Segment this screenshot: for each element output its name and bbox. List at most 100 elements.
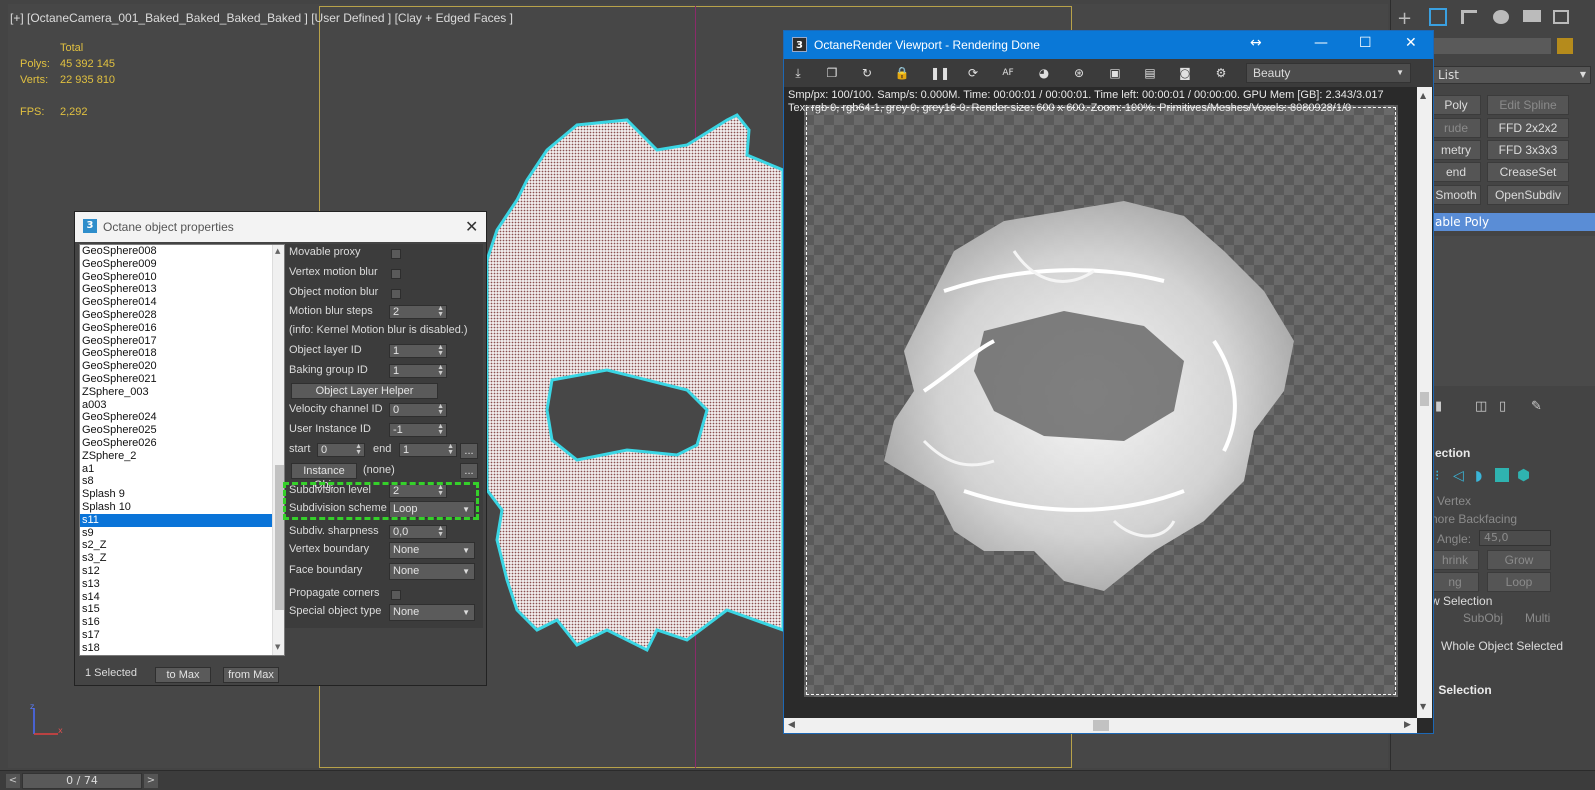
configure-modifier-sets-icon[interactable]: ✎ [1531,399,1542,414]
list-item[interactable]: ZSphere_003 [80,386,284,399]
list-item[interactable]: s17 [80,629,284,642]
to-max-button[interactable]: to Max [155,667,211,683]
maximize-icon[interactable]: ☐ [1359,35,1372,51]
scroll-down-icon[interactable]: ▼ [1420,702,1426,711]
motion-tab-icon[interactable] [1493,10,1509,24]
pause-icon[interactable]: ❚❚ [930,65,950,81]
list-item[interactable]: Splash 9 [80,488,284,501]
render-vertical-scrollbar[interactable]: ▲ ▼ [1417,87,1432,718]
object-list[interactable]: GeoSphere008 GeoSphere009 GeoSphere010 GeoS… [79,244,285,656]
display-tab-icon[interactable] [1523,10,1541,22]
list-item[interactable]: GeoSphere028 [80,309,284,322]
instance-obj-button[interactable]: Instance Obj: [291,463,357,491]
list-item[interactable]: s9 [80,527,284,540]
list-item[interactable]: GeoSphere021 [80,373,284,386]
modifier-button-5[interactable]: FFD 3x3x3 [1487,140,1569,160]
modifier-button-7[interactable]: CreaseSet [1487,162,1569,182]
film-icon[interactable]: ▤ [1142,65,1158,81]
resize-icon[interactable]: ↔ [1250,35,1262,51]
vertex-mode-icon[interactable]: ⁝ [1435,468,1439,484]
spinner-arrows-icon[interactable]: ▲ ▼ [437,403,444,416]
refresh-icon[interactable]: ⟳ [965,65,981,81]
list-item[interactable]: s16 [80,616,284,629]
list-item[interactable]: GeoSphere020 [80,360,284,373]
scrollbar-thumb[interactable] [1420,392,1429,406]
hierarchy-tab-icon[interactable] [1461,10,1477,24]
modifier-button-8[interactable]: Smooth [1431,185,1481,205]
modifier-list-dropdown[interactable]: List ▼ [1431,66,1591,84]
by-vertex-label[interactable]: Vertex [1437,494,1471,508]
settings-icon[interactable]: ⚙ [1213,65,1229,81]
list-item[interactable]: Splash 10 [80,501,284,514]
list-item[interactable]: GeoSphere008 [80,245,284,258]
subdiv-sharpness-spinner[interactable]: 0,0 ▲ ▼ [389,525,447,539]
list-item[interactable]: GeoSphere025 [80,424,284,437]
close-icon[interactable]: ✕ [1405,35,1417,51]
special-object-type-dropdown[interactable]: None ▼ [389,604,475,621]
af-icon[interactable]: AF [1000,65,1016,81]
object-motion-blur-checkbox[interactable] [391,289,401,299]
range-more-button[interactable]: ... [460,443,478,459]
edge-mode-icon[interactable]: ◁ [1453,468,1464,484]
end-spinner[interactable]: 1 ▲ ▼ [399,443,457,457]
list-item[interactable]: s11 [80,513,284,527]
scroll-up-icon[interactable]: ▲ [1420,91,1426,100]
list-item[interactable]: s3_Z [80,552,284,565]
list-item[interactable]: s15 [80,603,284,616]
ignore-backfacing-label[interactable]: nore Backfacing [1431,512,1517,526]
modify-tab-icon[interactable] [1429,8,1447,26]
display-icon[interactable]: ▣ [1107,65,1123,81]
modifier-stack-item[interactable]: able Poly [1431,213,1595,231]
list-item[interactable]: GeoSphere010 [80,271,284,284]
scroll-up-icon[interactable]: ▲ [275,247,280,255]
motion-blur-steps-spinner[interactable]: 2 ▲ ▼ [389,305,447,319]
baking-group-id-spinner[interactable]: 1 ▲ ▼ [389,364,447,378]
scrollbar-thumb[interactable] [1093,720,1109,731]
spinner-arrows-icon[interactable]: ▲ ▼ [355,443,362,456]
list-item[interactable]: s14 [80,591,284,604]
dialog-titlebar[interactable]: 3 Octane object properties ✕ [75,212,486,242]
list-item[interactable]: a1 [80,463,284,476]
list-item[interactable]: GeoSphere017 [80,335,284,348]
scroll-down-icon[interactable]: ▼ [275,643,280,651]
object-layer-id-spinner[interactable]: 1 ▲ ▼ [389,344,447,358]
angle-spinner[interactable]: 45,0 [1479,530,1551,546]
spinner-arrows-icon[interactable]: ▲ ▼ [447,443,454,456]
list-item[interactable]: s8 [80,475,284,488]
from-max-button[interactable]: from Max [223,667,279,683]
list-item[interactable]: s18 [80,642,284,655]
render-pass-dropdown[interactable]: Beauty ▼ [1246,63,1411,83]
create-tab-icon[interactable]: + [1397,8,1412,29]
face-boundary-dropdown[interactable]: None ▼ [389,563,475,580]
color-picker-icon[interactable]: ◕ [1036,65,1052,81]
vertex-boundary-dropdown[interactable]: None ▼ [389,542,475,559]
list-item[interactable]: GeoSphere024 [80,411,284,424]
velocity-channel-id-spinner[interactable]: 0 ▲ ▼ [389,403,447,417]
spinner-arrows-icon[interactable]: ▲ ▼ [437,423,444,436]
spinner-arrows-icon[interactable]: ▲ ▼ [437,364,444,377]
object-name-field[interactable] [1431,38,1551,54]
soft-selection-rollout-header[interactable]: : Selection [1431,683,1492,697]
modifier-button-2[interactable]: rude [1431,118,1481,138]
selection-rollout-header[interactable]: ection [1435,446,1470,460]
polygon-mode-icon[interactable] [1495,468,1509,482]
camera-icon[interactable]: ◙ [1177,65,1193,81]
start-spinner[interactable]: 0 ▲ ▼ [317,443,365,457]
list-item[interactable]: s13 [80,578,284,591]
modifier-button-6[interactable]: end [1431,162,1481,182]
show-end-result-icon[interactable]: ◫ [1475,399,1487,414]
list-item[interactable]: GeoSphere018 [80,347,284,360]
timeline-next-button[interactable]: > [144,774,158,788]
list-item[interactable]: GeoSphere026 [80,437,284,450]
modifier-button-3[interactable]: FFD 2x2x2 [1487,118,1569,138]
copy-render-icon[interactable]: ❐ [824,65,840,81]
save-render-icon[interactable]: ⤓ [790,65,806,81]
propagate-corners-checkbox[interactable] [391,590,401,600]
modifier-button-1[interactable]: Edit Spline [1487,95,1569,115]
close-icon[interactable]: ✕ [465,217,478,236]
viewport-label[interactable]: [+] [OctaneCamera_001_Baked_Baked_Baked_… [10,11,513,25]
spinner-arrows-icon[interactable]: ▲ ▼ [437,305,444,318]
instance-obj-more-button[interactable]: ... [460,463,478,479]
vertex-motion-blur-checkbox[interactable] [391,269,401,279]
utilities-tab-icon[interactable] [1553,10,1569,24]
